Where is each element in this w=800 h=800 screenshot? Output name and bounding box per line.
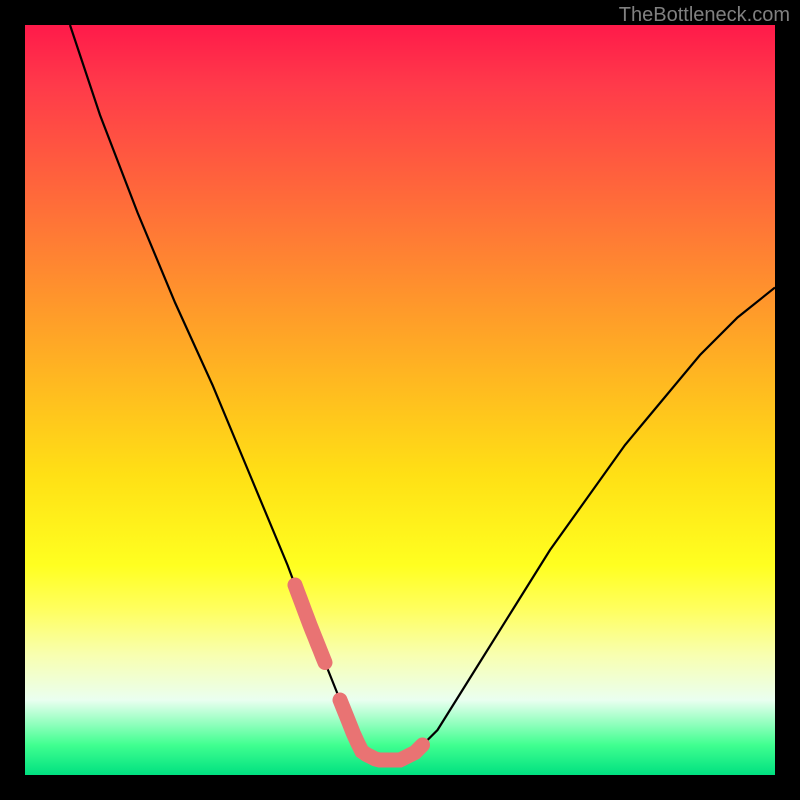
right-marker	[393, 745, 423, 760]
left-marker	[295, 585, 325, 663]
bottom-marker	[340, 700, 393, 760]
bottleneck-curve	[70, 25, 775, 760]
chart-frame	[25, 25, 775, 775]
watermark-label: TheBottleneck.com	[619, 4, 790, 27]
bottleneck-curve-svg	[25, 25, 775, 775]
